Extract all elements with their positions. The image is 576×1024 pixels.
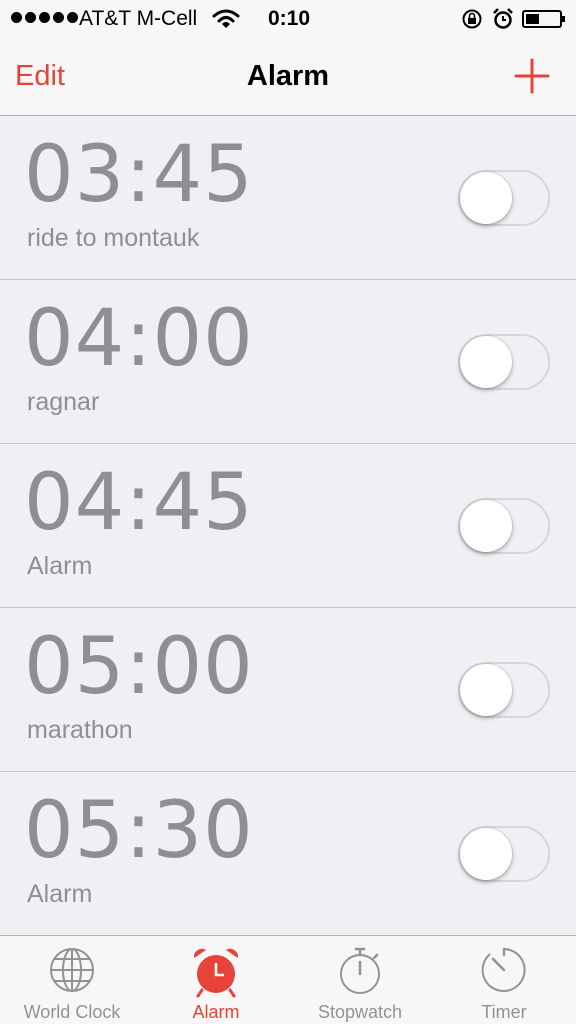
tab-label: Stopwatch bbox=[317, 1002, 403, 1022]
rotation-lock-icon bbox=[462, 9, 482, 29]
tab-world-clock[interactable]: World Clock bbox=[0, 936, 144, 1024]
status-bar: AT&T M-Cell 0:10 bbox=[0, 0, 576, 38]
alarm-label: ragnar bbox=[27, 388, 100, 416]
tab-label: Timer bbox=[481, 1002, 527, 1022]
timer-icon bbox=[481, 947, 526, 992]
wifi-icon bbox=[212, 9, 240, 28]
alarm-toggle[interactable] bbox=[458, 498, 550, 554]
alarm-list: 03:45 ride to montauk 04:00 ragnar 04:45… bbox=[0, 116, 576, 936]
tab-timer[interactable]: Timer bbox=[432, 936, 576, 1024]
alarm-time: 05:30 bbox=[24, 786, 254, 876]
toggle-knob bbox=[460, 500, 512, 552]
tab-label: World Clock bbox=[23, 1002, 121, 1022]
alarm-time: 03:45 bbox=[24, 130, 254, 220]
alarm-clock-icon bbox=[193, 948, 239, 998]
alarm-time: 04:45 bbox=[24, 458, 254, 548]
alarm-row[interactable]: 04:45 Alarm bbox=[0, 444, 576, 608]
tab-alarm[interactable]: Alarm bbox=[144, 936, 288, 1024]
alarm-toggle[interactable] bbox=[458, 662, 550, 718]
tab-stopwatch[interactable]: Stopwatch bbox=[288, 936, 432, 1024]
page-title: Alarm bbox=[246, 60, 330, 92]
alarm-row[interactable]: 05:30 Alarm bbox=[0, 772, 576, 936]
plus-icon[interactable] bbox=[514, 58, 550, 94]
alarm-time: 04:00 bbox=[24, 294, 254, 384]
alarm-row[interactable]: 03:45 ride to montauk bbox=[0, 116, 576, 280]
toggle-knob bbox=[460, 336, 512, 388]
alarm-label: marathon bbox=[27, 716, 133, 744]
navigation-bar: Edit Alarm bbox=[0, 38, 576, 116]
globe-icon bbox=[50, 948, 94, 992]
alarm-toggle[interactable] bbox=[458, 170, 550, 226]
carrier-name: AT&T M-Cell bbox=[79, 7, 198, 30]
signal-dots-icon bbox=[11, 12, 78, 23]
alarm-label: Alarm bbox=[27, 880, 93, 908]
tab-label: Alarm bbox=[192, 1002, 240, 1022]
toggle-knob bbox=[460, 828, 512, 880]
alarm-row[interactable]: 04:00 ragnar bbox=[0, 280, 576, 444]
tab-bar: World Clock Alarm Stopwatch Timer bbox=[0, 935, 576, 1024]
alarm-label: ride to montauk bbox=[27, 224, 200, 252]
alarm-label: Alarm bbox=[27, 552, 93, 580]
alarm-row[interactable]: 05:00 marathon bbox=[0, 608, 576, 772]
toggle-knob bbox=[460, 664, 512, 716]
alarm-toggle[interactable] bbox=[458, 826, 550, 882]
battery-icon bbox=[522, 10, 565, 28]
alarm-toggle[interactable] bbox=[458, 334, 550, 390]
status-time: 0:10 bbox=[268, 7, 311, 30]
stopwatch-icon bbox=[340, 947, 380, 994]
toggle-knob bbox=[460, 172, 512, 224]
alarm-icon bbox=[493, 8, 513, 29]
alarm-time: 05:00 bbox=[24, 622, 254, 712]
